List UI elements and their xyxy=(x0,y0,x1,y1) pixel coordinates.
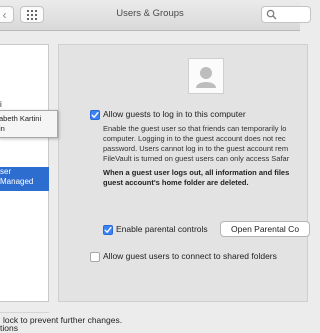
users-sidebar: abeth Kartini in i ser Managed tions xyxy=(0,44,58,333)
guest-description-line-3: password. Users cannot log in to the gue… xyxy=(103,144,289,153)
allow-guest-login-label: Allow guests to log in to this computer xyxy=(103,109,246,119)
search-field[interactable] xyxy=(261,6,311,23)
checkmark-icon xyxy=(104,226,112,233)
sidebar-item-guest-status: Managed xyxy=(0,177,34,186)
search-icon xyxy=(266,9,277,20)
shared-folders-label: Allow guest users to connect to shared f… xyxy=(103,251,277,261)
title-bar: ‹ Users & Groups xyxy=(0,0,311,31)
tooltip-line-name: abeth Kartini xyxy=(0,114,42,123)
parental-controls-checkbox[interactable] xyxy=(103,225,113,235)
parental-controls-label: Enable parental controls xyxy=(116,224,208,234)
user-name-tooltip: abeth Kartini in xyxy=(0,110,58,138)
window-title: Users & Groups xyxy=(116,8,184,19)
guest-description-line-2: computer. Logging in to the guest accoun… xyxy=(103,134,286,143)
guest-warning-line-2: guest account's home folder are deleted. xyxy=(103,178,249,187)
sidebar-item-guest-name: ser xyxy=(0,167,12,176)
user-silhouette-icon[interactable] xyxy=(188,58,224,94)
guest-description-line-1: Enable the guest user so that friends ca… xyxy=(103,124,287,133)
allow-guest-login-checkbox[interactable] xyxy=(90,110,100,120)
avatar-glyph xyxy=(196,67,216,88)
tooltip-line-role: in xyxy=(0,124,5,133)
sidebar-item-guest-user[interactable]: ser Managed xyxy=(0,167,49,191)
guest-description-line-4: FileVault is turned on guest users can o… xyxy=(103,154,290,163)
sidebar-item-user[interactable]: i xyxy=(0,100,2,109)
checkmark-icon xyxy=(91,111,99,118)
lock-hint-text: lock to prevent further changes. xyxy=(3,315,123,325)
shared-folders-checkbox[interactable] xyxy=(90,252,100,262)
guest-warning-line-1: When a guest user logs out, all informat… xyxy=(103,168,290,177)
open-parental-controls-button[interactable]: Open Parental Co xyxy=(220,221,310,237)
sidebar-divider xyxy=(0,312,49,313)
